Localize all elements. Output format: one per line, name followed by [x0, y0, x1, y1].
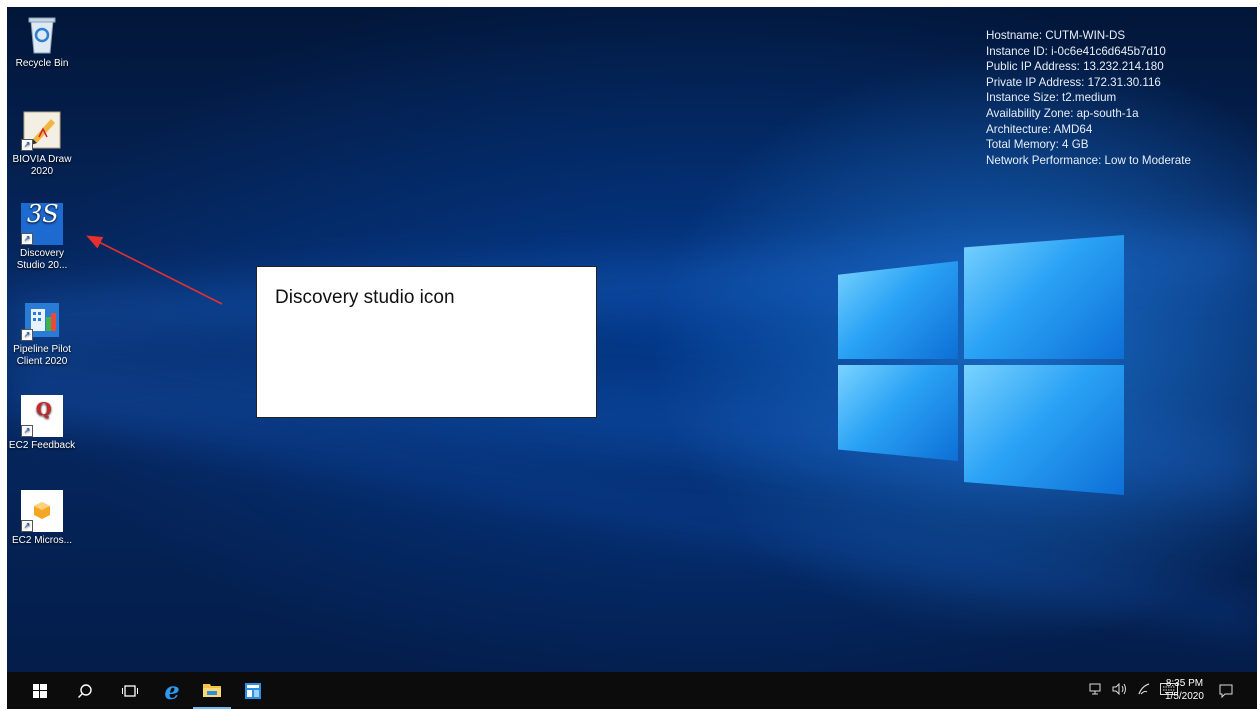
desktop: Recycle Bin ↗ BIOVIA Draw 2020 3S ↗ Disc…	[7, 7, 1257, 672]
clock[interactable]: 8:35 PM 1/5/2020	[1165, 677, 1204, 703]
annotation-callout: Discovery studio icon	[256, 266, 597, 418]
windows-start-icon[interactable]	[21, 672, 59, 709]
internet-explorer-icon[interactable]: e	[153, 672, 191, 709]
server-manager-icon[interactable]	[234, 672, 272, 709]
clock-time: 8:35 PM	[1165, 678, 1204, 689]
file-explorer-icon[interactable]	[193, 672, 231, 709]
notifications-icon[interactable]	[1207, 672, 1245, 709]
network-icon[interactable]	[1089, 683, 1103, 698]
volume-icon[interactable]	[1112, 682, 1128, 698]
clock-date: 1/5/2020	[1165, 691, 1204, 702]
callout-text: Discovery studio icon	[275, 287, 455, 308]
search-icon[interactable]	[66, 672, 104, 709]
pen-icon[interactable]	[1137, 682, 1151, 699]
task-view-icon[interactable]	[111, 672, 149, 709]
taskbar: e 8:35 PM 1/5/2020	[7, 672, 1257, 709]
annotation-arrow	[86, 235, 223, 305]
